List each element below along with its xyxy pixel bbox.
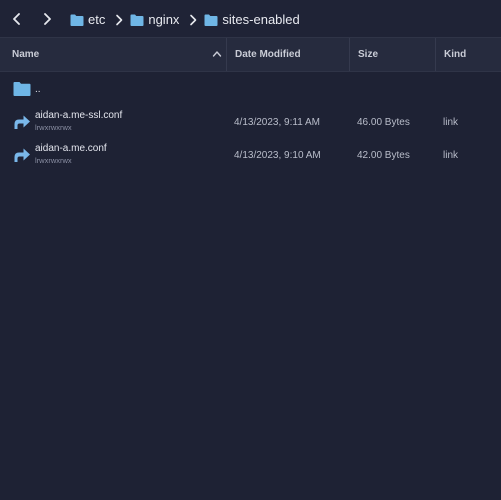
file-browser-window: etc nginx sites-enabled Name Date Modifi… <box>0 0 501 500</box>
list-item[interactable]: aidan-a.me-ssl.conf lrwxrwxrwx 4/13/2023… <box>0 108 501 141</box>
file-name: aidan-a.me.conf <box>35 143 107 154</box>
folder-icon <box>13 82 31 96</box>
file-kind: link <box>443 117 459 128</box>
file-size: 46.00 Bytes <box>357 117 410 128</box>
file-date-modified: 4/13/2023, 9:11 AM <box>234 117 320 128</box>
folder-icon <box>204 14 218 26</box>
column-header-name[interactable]: Name <box>4 38 226 71</box>
file-permissions: lrwxrwxrwx <box>35 156 72 165</box>
file-kind: link <box>443 150 459 161</box>
breadcrumb-label: nginx <box>148 12 180 27</box>
column-header-date[interactable]: Date Modified <box>226 38 349 71</box>
symlink-arrow-icon <box>14 115 30 129</box>
column-header-label: Kind <box>444 49 467 60</box>
file-name: .. <box>35 84 41 95</box>
forward-button[interactable] <box>38 9 56 29</box>
back-button[interactable] <box>8 9 26 29</box>
chevron-right-icon <box>116 14 123 26</box>
list-item[interactable]: aidan-a.me.conf lrwxrwxrwx 4/13/2023, 9:… <box>0 141 501 174</box>
breadcrumb-item-nginx[interactable]: nginx <box>130 10 179 30</box>
toolbar: etc nginx sites-enabled <box>0 0 501 37</box>
folder-icon <box>130 14 144 26</box>
chevron-left-icon <box>13 13 20 25</box>
breadcrumb-item-sites-enabled[interactable]: sites-enabled <box>204 10 300 30</box>
list-item-parent-folder[interactable]: .. <box>0 77 501 110</box>
column-header-kind[interactable]: Kind <box>435 38 501 71</box>
breadcrumb-item-etc[interactable]: etc <box>70 10 105 30</box>
column-header-label: Date Modified <box>235 49 301 60</box>
file-date-modified: 4/13/2023, 9:10 AM <box>234 150 321 161</box>
breadcrumb: etc nginx sites-enabled <box>70 10 300 30</box>
file-size: 42.00 Bytes <box>357 150 410 161</box>
column-header-label: Name <box>12 49 40 60</box>
column-header-label: Size <box>358 49 379 60</box>
breadcrumb-separator <box>185 10 201 30</box>
file-name: aidan-a.me-ssl.conf <box>35 110 123 121</box>
symlink-arrow-icon <box>14 148 30 162</box>
folder-icon <box>70 14 84 26</box>
column-header-size[interactable]: Size <box>349 38 435 71</box>
breadcrumb-separator <box>111 10 127 30</box>
file-permissions: lrwxrwxrwx <box>35 123 72 132</box>
column-header: Name Date Modified Size Kind <box>0 37 501 72</box>
caret-up-icon <box>212 51 222 57</box>
chevron-right-icon <box>44 13 51 25</box>
breadcrumb-label: etc <box>88 12 106 27</box>
chevron-right-icon <box>190 14 197 26</box>
breadcrumb-label: sites-enabled <box>222 12 300 27</box>
